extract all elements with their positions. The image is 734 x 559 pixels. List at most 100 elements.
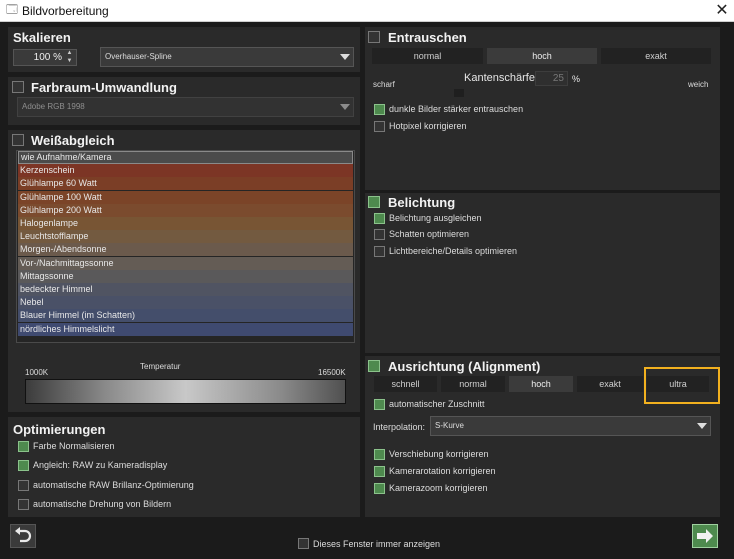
farbraum-heading: Farbraum-Umwandlung — [31, 80, 177, 95]
farbraum-checkbox[interactable] — [12, 81, 24, 93]
window-icon: 🗔 — [6, 4, 18, 16]
raw-brillanz-label: automatische RAW Brillanz-Optimierung — [33, 480, 194, 490]
scale-stepper[interactable]: 100 % ▲ ▼ — [13, 49, 77, 66]
scale-method-dropdown[interactable]: Overhauser-Spline — [100, 47, 354, 67]
show-always-label: Dieses Fenster immer anzeigen — [313, 539, 441, 549]
sharp-label: scharf — [373, 80, 395, 89]
belichtung-ausgleichen-label: Belichtung ausgleichen — [389, 213, 482, 223]
weissabgleich-checkbox[interactable] — [12, 134, 24, 146]
show-always-option[interactable]: Dieses Fenster immer anzeigen — [298, 538, 498, 550]
dunkle-bilder-label: dunkle Bilder stärker entrauschen — [389, 104, 524, 114]
wb-list-item[interactable]: wie Aufnahme/Kamera — [18, 151, 353, 164]
wb-list-item[interactable]: Halogenlampe — [18, 217, 353, 230]
window-title: Bildvorbereitung — [22, 4, 109, 18]
belichtung-option[interactable]: Lichtbereiche/Details optimieren — [374, 246, 674, 258]
kanten-slider-handle[interactable] — [454, 89, 464, 97]
wb-list-item[interactable]: Leuchtstofflampe — [18, 230, 353, 244]
stepper-down-icon[interactable]: ▼ — [64, 58, 75, 65]
raw-brillanz-checkbox[interactable] — [18, 480, 29, 491]
hotpixel-checkbox[interactable] — [374, 121, 385, 132]
belichtung-heading: Belichtung — [388, 195, 456, 210]
ultra-highlight-box — [644, 367, 720, 404]
soft-label: weich — [688, 80, 709, 89]
wb-list-item[interactable]: nördliches Himmelslicht — [18, 322, 353, 336]
hotpixel-label: Hotpixel korrigieren — [389, 121, 467, 131]
auto-crop-option[interactable]: automatischer Zuschnitt — [374, 399, 574, 411]
chevron-down-icon — [340, 104, 350, 110]
temp-max: 16500K — [318, 368, 346, 377]
lichtbereiche-label: Lichtbereiche/Details optimieren — [389, 246, 518, 256]
wb-list-item[interactable]: Nebel — [18, 296, 353, 310]
drehung-checkbox[interactable] — [18, 499, 29, 510]
belichtung-ausgleichen-checkbox[interactable] — [374, 213, 385, 224]
undo-arrow-icon — [15, 527, 32, 543]
entrauschen-checkbox[interactable] — [368, 31, 380, 43]
interpolation-dropdown[interactable]: S-Kurve — [430, 416, 711, 436]
kanten-label: Kantenschärfe — [464, 72, 535, 84]
temperature-slider[interactable] — [25, 379, 346, 404]
belichtung-option[interactable]: Schatten optimieren — [374, 229, 674, 241]
wb-list-item[interactable]: Kerzenschein — [18, 164, 353, 178]
lichtbereiche-checkbox[interactable] — [374, 246, 385, 257]
temp-label: Temperatur — [140, 362, 181, 371]
show-always-checkbox[interactable] — [298, 538, 309, 549]
entrauschen-hoch[interactable]: hoch — [487, 48, 597, 64]
dunkle-bilder-checkbox[interactable] — [374, 104, 385, 115]
wb-list-item[interactable]: Vor-/Nachmittagssonne — [18, 256, 353, 270]
opt-item[interactable]: Farbe Normalisieren — [18, 441, 318, 453]
chevron-down-icon — [340, 54, 350, 60]
kamerazoom-checkbox[interactable] — [374, 483, 385, 494]
scale-value: 100 % — [33, 52, 62, 63]
ausrichtung-normal[interactable]: normal — [441, 376, 505, 392]
kamerarotation-label: Kamerarotation korrigieren — [389, 466, 496, 476]
ausrichtung-option[interactable]: Kamerarotation korrigieren — [374, 466, 674, 478]
wb-list-item[interactable]: Glühlampe 200 Watt — [18, 203, 353, 217]
wb-list-item[interactable]: Blauer Himmel (im Schatten) — [18, 309, 353, 323]
close-icon[interactable]: ✕ — [712, 1, 732, 21]
kamerarotation-checkbox[interactable] — [374, 466, 385, 477]
ausrichtung-exakt[interactable]: exakt — [577, 376, 643, 392]
wb-list-item[interactable]: Glühlampe 60 Watt — [18, 177, 353, 191]
opt-item[interactable]: automatische RAW Brillanz-Optimierung — [18, 480, 318, 492]
auto-crop-label: automatischer Zuschnitt — [389, 399, 485, 409]
opt-item[interactable]: automatische Drehung von Bildern — [18, 499, 318, 511]
angleich-label: Angleich: RAW zu Kameradisplay — [33, 460, 168, 470]
belichtung-checkbox[interactable] — [368, 196, 380, 208]
angleich-checkbox[interactable] — [18, 460, 29, 471]
auto-crop-checkbox[interactable] — [374, 399, 385, 410]
entrauschen-normal[interactable]: normal — [372, 48, 483, 64]
arrow-right-icon — [697, 529, 713, 543]
farbe-normalisieren-checkbox[interactable] — [18, 441, 29, 452]
ausrichtung-option[interactable]: Kamerazoom korrigieren — [374, 483, 674, 495]
farbraum-dropdown[interactable]: Adobe RGB 1998 — [17, 97, 354, 117]
ausrichtung-checkbox[interactable] — [368, 360, 380, 372]
kanten-unit: % — [572, 74, 581, 84]
optimierungen-heading: Optimierungen — [13, 422, 106, 437]
kanten-input[interactable]: 25 — [535, 71, 568, 86]
opt-item[interactable]: Angleich: RAW zu Kameradisplay — [18, 460, 318, 472]
wb-list-item[interactable]: Morgen-/Abendsonne — [18, 243, 353, 257]
belichtung-option[interactable]: Belichtung ausgleichen — [374, 213, 674, 225]
title-bar: 🗔 Bildvorbereitung ✕ — [0, 0, 734, 22]
scale-method-value: Overhauser-Spline — [105, 52, 172, 61]
kamerazoom-label: Kamerazoom korrigieren — [389, 483, 488, 493]
skalieren-heading: Skalieren — [13, 30, 71, 45]
drehung-label: automatische Drehung von Bildern — [33, 499, 172, 509]
verschiebung-checkbox[interactable] — [374, 449, 385, 460]
back-button[interactable] — [10, 524, 36, 548]
wb-list-item[interactable]: bedeckter Himmel — [18, 283, 353, 296]
stepper-up-icon[interactable]: ▲ — [64, 50, 75, 57]
farbraum-value: Adobe RGB 1998 — [22, 102, 85, 111]
kanten-value: 25 — [552, 73, 564, 84]
schatten-checkbox[interactable] — [374, 229, 385, 240]
ausrichtung-option[interactable]: Verschiebung korrigieren — [374, 449, 674, 461]
ausrichtung-schnell[interactable]: schnell — [374, 376, 437, 392]
wb-list-item[interactable]: Glühlampe 100 Watt — [18, 190, 353, 204]
entrauschen-option[interactable]: dunkle Bilder stärker entrauschen — [374, 104, 674, 116]
interpolation-label: Interpolation: — [373, 422, 426, 432]
wb-list-item[interactable]: Mittagssonne — [18, 269, 353, 283]
next-button[interactable] — [692, 524, 718, 548]
entrauschen-option[interactable]: Hotpixel korrigieren — [374, 121, 674, 133]
ausrichtung-hoch[interactable]: hoch — [509, 376, 573, 392]
entrauschen-exakt[interactable]: exakt — [601, 48, 711, 64]
